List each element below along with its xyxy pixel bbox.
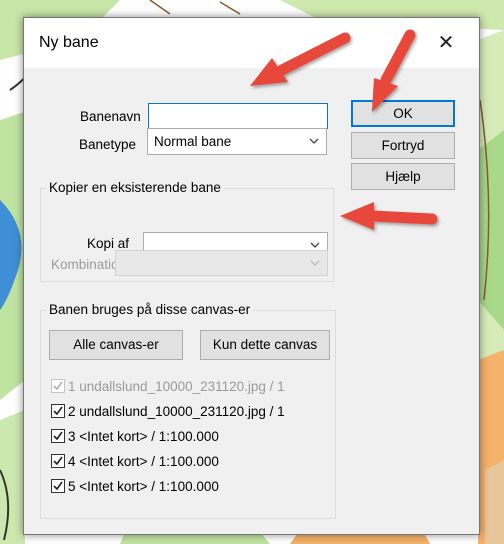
title-bar: Ny bane ✕: [24, 18, 479, 68]
this-canvas-only-button[interactable]: Kun dette canvas: [200, 330, 330, 360]
course-type-label: Banetype: [79, 137, 137, 152]
checkmark-icon: [53, 381, 63, 391]
canvas-checkbox-4[interactable]: [51, 454, 65, 468]
checkmark-icon: [53, 406, 63, 416]
copy-of-label: Kopi af: [87, 236, 130, 251]
canvas-item-1-label: 1 undallslund_10000_231120.jpg / 1: [68, 379, 285, 394]
dialog-title: Ny bane: [39, 34, 99, 51]
canvas-checkbox-2[interactable]: [51, 404, 65, 418]
course-name-label: Banenavn: [80, 109, 141, 124]
course-name-input[interactable]: [148, 103, 328, 129]
canvas-checkbox-3[interactable]: [51, 429, 65, 443]
ok-button[interactable]: OK: [351, 100, 455, 127]
help-button[interactable]: Hjælp: [351, 163, 455, 190]
chevron-down-icon: [310, 260, 320, 266]
combination-select: [115, 250, 328, 276]
chevron-down-icon: [309, 138, 319, 144]
checkmark-icon: [53, 431, 63, 441]
canvas-checkbox-1: [51, 379, 65, 393]
cancel-button[interactable]: Fortryd: [351, 132, 455, 159]
new-course-dialog: Ny bane ✕ Banenavn Banetype Normal bane …: [23, 17, 480, 535]
copy-course-group-title: Kopier en eksisterende bane: [46, 180, 224, 195]
checkmark-icon: [53, 481, 63, 491]
all-canvases-button[interactable]: Alle canvas-er: [49, 330, 183, 360]
canvas-checkbox-5[interactable]: [51, 479, 65, 493]
canvas-item-4-label[interactable]: 4 <Intet kort> / 1:100.000: [68, 454, 219, 469]
canvas-item-2-label[interactable]: 2 undallslund_10000_231120.jpg / 1: [68, 404, 285, 419]
checkmark-icon: [53, 456, 63, 466]
canvas-group-title: Banen bruges på disse canvas-er: [46, 302, 254, 317]
course-type-select[interactable]: Normal bane: [147, 128, 327, 155]
canvas-item-3-label[interactable]: 3 <Intet kort> / 1:100.000: [68, 429, 219, 444]
canvas-item-5-label[interactable]: 5 <Intet kort> / 1:100.000: [68, 479, 219, 494]
close-icon[interactable]: ✕: [428, 28, 464, 58]
